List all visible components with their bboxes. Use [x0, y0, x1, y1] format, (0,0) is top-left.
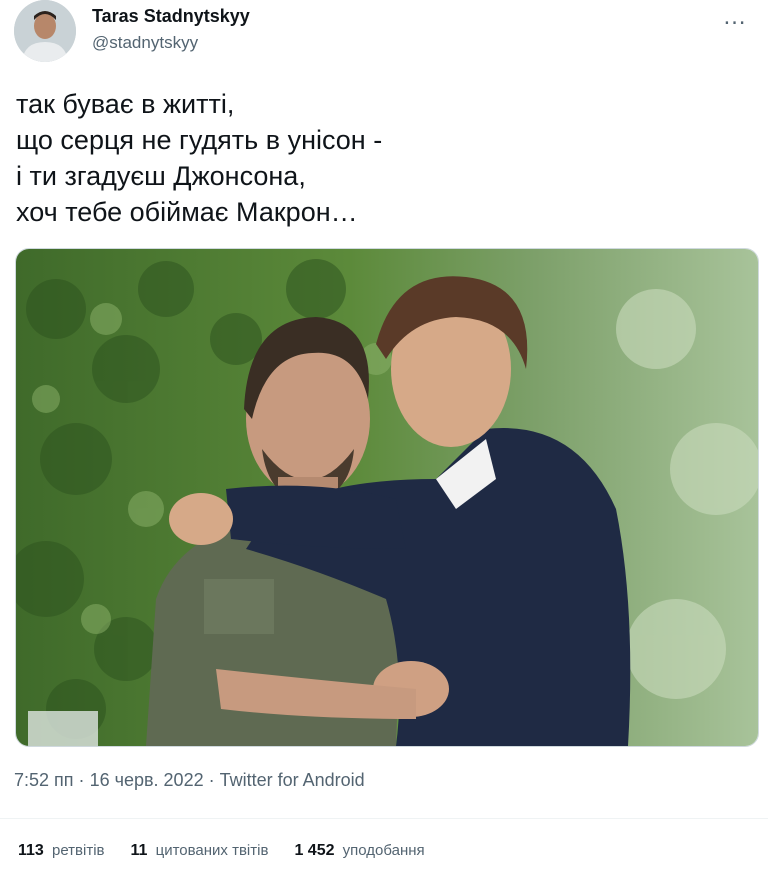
tweet-stats: 113 ретвітів 11 цитованих твітів 1 452 у…	[18, 842, 425, 860]
tweet-line: що серця не гудять в унісон -	[16, 125, 383, 155]
tweet-line: так буває в житті,	[16, 89, 235, 119]
tweet-line: хоч тебе обіймає Макрон…	[16, 197, 358, 227]
tweet-source[interactable]: Twitter for Android	[220, 770, 365, 790]
meta-separator: ·	[208, 770, 215, 790]
tweet-photo[interactable]	[15, 248, 759, 747]
photo-illustration	[16, 249, 758, 746]
author-name[interactable]: Taras Stadnytskyy	[92, 6, 250, 27]
author-handle[interactable]: @stadnytskyy	[92, 33, 198, 53]
retweets-count: 113	[18, 842, 44, 859]
meta-separator: ·	[78, 770, 85, 790]
retweets-stat[interactable]: 113 ретвітів	[18, 842, 105, 860]
avatar-image	[14, 0, 76, 62]
avatar[interactable]	[14, 0, 76, 62]
more-options-icon[interactable]: …	[718, 3, 752, 30]
likes-label: уподобання	[342, 842, 425, 859]
likes-count: 1 452	[294, 842, 335, 859]
retweets-label: ретвітів	[51, 842, 105, 859]
tweet-date[interactable]: 16 черв. 2022	[90, 770, 204, 790]
tweet-meta: 7:52 пп · 16 черв. 2022 · Twitter for An…	[14, 770, 365, 791]
tweet-line: і ти згадуєш Джонсона,	[16, 161, 306, 191]
quotes-stat[interactable]: 11 цитованих твітів	[131, 842, 269, 860]
tweet-time[interactable]: 7:52 пп	[14, 770, 74, 790]
likes-stat[interactable]: 1 452 уподобання	[294, 842, 424, 860]
quotes-count: 11	[130, 842, 148, 859]
tweet-text: так буває в житті, що серця не гудять в …	[16, 86, 736, 230]
divider	[0, 818, 768, 819]
quotes-label: цитованих твітів	[155, 842, 269, 859]
